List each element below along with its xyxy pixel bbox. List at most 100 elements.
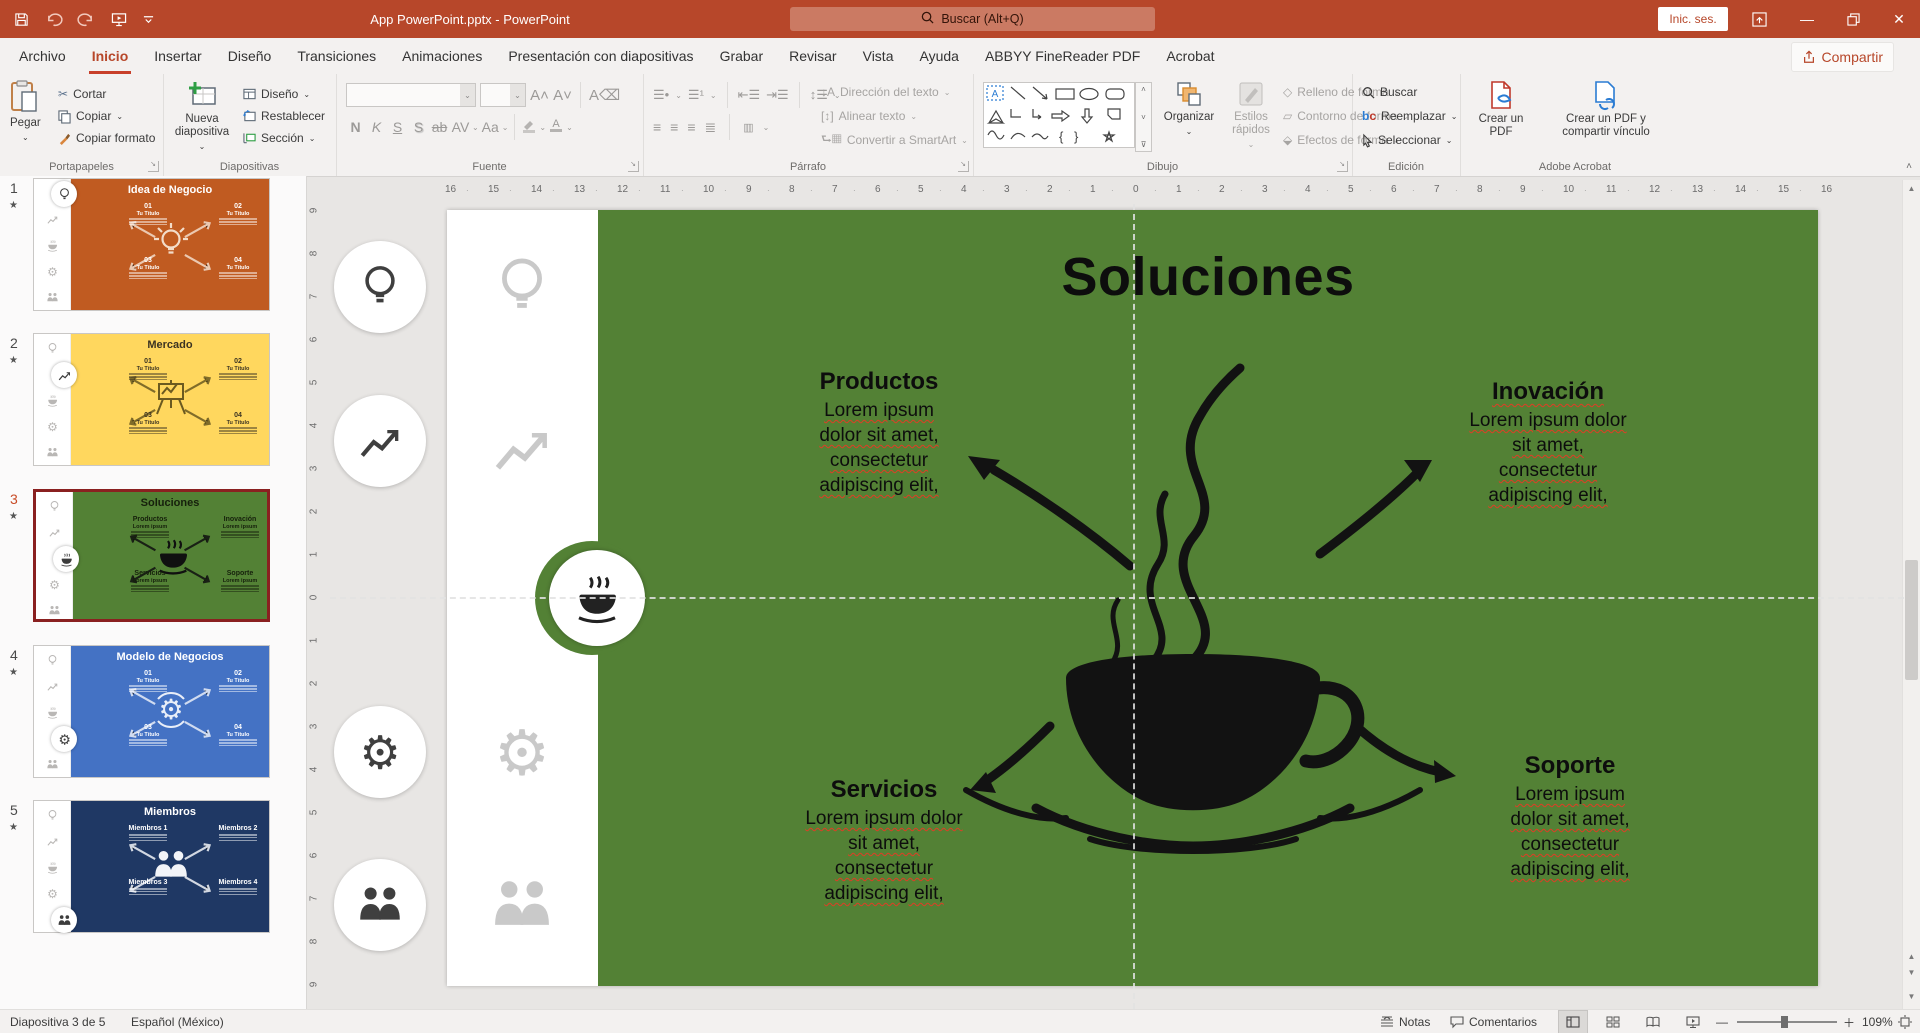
align-text-button[interactable]: [↕]Alinear texto⌄: [821, 104, 968, 128]
notes-button[interactable]: Notas: [1380, 1010, 1430, 1033]
new-slide-button[interactable]: Nueva diapositiva⌄: [171, 80, 233, 152]
change-case-button[interactable]: Aa: [481, 119, 500, 135]
reading-view-button[interactable]: [1638, 1010, 1668, 1033]
nav-circle-chart[interactable]: [334, 395, 426, 487]
tab-acrobat[interactable]: Acrobat: [1153, 38, 1227, 74]
zoom-out-button[interactable]: —: [1716, 1010, 1728, 1033]
character-spacing-button[interactable]: AV: [451, 119, 470, 135]
redo-icon[interactable]: [78, 12, 95, 27]
clipboard-dialog-launcher[interactable]: ↘: [148, 161, 159, 172]
tab-grabar[interactable]: Grabar: [707, 38, 777, 74]
shapes-gallery[interactable]: A {: [983, 82, 1135, 148]
slide-text-block[interactable]: Servicios Lorem ipsum dolor sit amet, co…: [764, 776, 1004, 906]
zoom-in-button[interactable]: ＋: [1843, 1010, 1855, 1033]
find-button[interactable]: Buscar: [1362, 80, 1457, 104]
tab-presentaci-n-con-diapositivas[interactable]: Presentación con diapositivas: [495, 38, 706, 74]
layout-button[interactable]: Diseño⌄: [243, 83, 325, 105]
decrease-indent-button[interactable]: ⇤☰: [738, 87, 761, 103]
scrollbar-thumb[interactable]: [1905, 560, 1918, 680]
grow-font-button[interactable]: A˄: [530, 87, 549, 104]
underline-button[interactable]: S: [388, 119, 407, 135]
highlight-color-button[interactable]: [521, 117, 537, 138]
save-icon[interactable]: [14, 12, 29, 27]
font-size-select[interactable]: ⌄: [480, 83, 526, 107]
font-dialog-launcher[interactable]: ↘: [628, 161, 639, 172]
slide-thumbnail-2[interactable]: Mercado 01Tu Título02Tu Título03Tu Títul…: [33, 333, 270, 466]
vertical-scrollbar[interactable]: ▲ ▲ ▼ ▼: [1902, 180, 1920, 1009]
slide-thumbnail-5[interactable]: Miembros Miembros 1Miembros 2Miembros 3M…: [33, 800, 270, 933]
align-right-button[interactable]: ≡: [687, 119, 695, 135]
scroll-up-icon[interactable]: ▲: [1903, 184, 1920, 193]
zoom-level[interactable]: 109%: [1862, 1010, 1893, 1033]
tab-transiciones[interactable]: Transiciones: [284, 38, 389, 74]
strikethrough-button[interactable]: ab: [430, 119, 449, 135]
tab-vista[interactable]: Vista: [850, 38, 907, 74]
vertical-guide[interactable]: [1133, 204, 1135, 1009]
text-direction-button[interactable]: ↓ADirección del texto⌄: [821, 80, 968, 104]
tab-inicio[interactable]: Inicio: [79, 38, 142, 74]
arrange-button[interactable]: Organizar⌄: [1158, 80, 1220, 136]
slide-text-block[interactable]: Soporte Lorem ipsum dolor sit amet, cons…: [1450, 752, 1690, 882]
justify-button[interactable]: ≣: [705, 119, 717, 136]
nav-circle-bulb[interactable]: [334, 241, 426, 333]
format-painter-button[interactable]: Copiar formato: [58, 127, 155, 149]
paste-button[interactable]: Pegar⌄: [10, 80, 41, 142]
align-center-button[interactable]: ≡: [670, 119, 678, 135]
restore-icon[interactable]: [1836, 0, 1870, 38]
align-left-button[interactable]: ≡: [653, 119, 661, 135]
shrink-font-button[interactable]: A˅: [553, 87, 572, 104]
search-input[interactable]: Buscar (Alt+Q): [790, 7, 1155, 31]
tab-abbyy-finereader-pdf[interactable]: ABBYY FineReader PDF: [972, 38, 1153, 74]
share-button[interactable]: Compartir: [1791, 42, 1894, 72]
section-button[interactable]: Sección⌄: [243, 127, 325, 149]
tab-dise-o[interactable]: Diseño: [215, 38, 285, 74]
tab-animaciones[interactable]: Animaciones: [389, 38, 495, 74]
normal-view-button[interactable]: [1558, 1010, 1588, 1033]
fit-to-window-icon[interactable]: [1898, 1010, 1912, 1033]
drawing-dialog-launcher[interactable]: ↘: [1337, 161, 1348, 172]
customize-toolbar-icon[interactable]: [143, 14, 154, 25]
close-icon[interactable]: ✕: [1882, 0, 1916, 38]
font-color-button[interactable]: A: [548, 117, 564, 138]
copy-button[interactable]: Copiar⌄: [58, 105, 155, 127]
comments-button[interactable]: Comentarios: [1450, 1010, 1537, 1033]
language-indicator[interactable]: Español (México): [131, 1010, 224, 1033]
numbering-button[interactable]: ☰¹: [688, 87, 704, 103]
cut-button[interactable]: ✂Cortar: [58, 83, 155, 105]
collapse-ribbon-icon[interactable]: ˄: [1906, 161, 1912, 172]
smartart-button[interactable]: ⮑▦Convertir a SmartArt⌄: [821, 128, 968, 152]
clear-formatting-button[interactable]: A⌫: [589, 86, 608, 104]
ribbon-display-options-icon[interactable]: [1742, 0, 1776, 38]
nav-circle-people[interactable]: [334, 859, 426, 951]
shapes-gallery-scroll[interactable]: ˄˅⊽: [1135, 82, 1152, 152]
slide-thumbnail-4[interactable]: Modelo de Negocios ⚙ 01Tu Título02Tu Tít…: [33, 645, 270, 778]
start-presentation-icon[interactable]: [111, 12, 127, 27]
italic-button[interactable]: K: [367, 119, 386, 135]
paragraph-dialog-launcher[interactable]: ↘: [958, 161, 969, 172]
tab-revisar[interactable]: Revisar: [776, 38, 849, 74]
replace-button[interactable]: bcReemplazar⌄: [1362, 104, 1457, 128]
text-shadow-button[interactable]: S: [409, 119, 428, 135]
bullets-button[interactable]: ☰•: [653, 87, 669, 103]
columns-button[interactable]: ▥: [743, 121, 753, 134]
bold-button[interactable]: N: [346, 119, 365, 135]
horizontal-ruler[interactable]: 16·15·14·13·12·11·10·9·8·7·6·5·4·3·2·1·0…: [330, 180, 1904, 202]
tab-archivo[interactable]: Archivo: [6, 38, 79, 74]
font-name-select[interactable]: ⌄: [346, 83, 476, 107]
slide-text-block[interactable]: Inovación Lorem ipsum dolor sit amet, co…: [1438, 378, 1658, 508]
slide-thumbnail-1[interactable]: Idea de Negocio 01Tu Título02Tu Título03…: [33, 178, 270, 311]
sign-in-button[interactable]: Inic. ses.: [1658, 7, 1728, 31]
undo-icon[interactable]: [45, 12, 62, 27]
slideshow-view-button[interactable]: [1678, 1010, 1708, 1033]
reset-button[interactable]: Restablecer: [243, 105, 325, 127]
nav-circle-gear[interactable]: [334, 706, 426, 798]
tab-ayuda[interactable]: Ayuda: [906, 38, 971, 74]
minimize-icon[interactable]: —: [1790, 0, 1824, 38]
create-pdf-button[interactable]: Crear un PDF: [1472, 80, 1530, 139]
previous-slide-icon[interactable]: ▲: [1903, 952, 1920, 961]
create-pdf-share-button[interactable]: Crear un PDF y compartir vínculo: [1546, 80, 1666, 139]
increase-indent-button[interactable]: ⇥☰: [766, 87, 789, 103]
next-slide-icon[interactable]: ▼: [1903, 968, 1920, 977]
horizontal-guide[interactable]: [330, 597, 1904, 599]
zoom-slider-thumb[interactable]: [1781, 1016, 1788, 1028]
